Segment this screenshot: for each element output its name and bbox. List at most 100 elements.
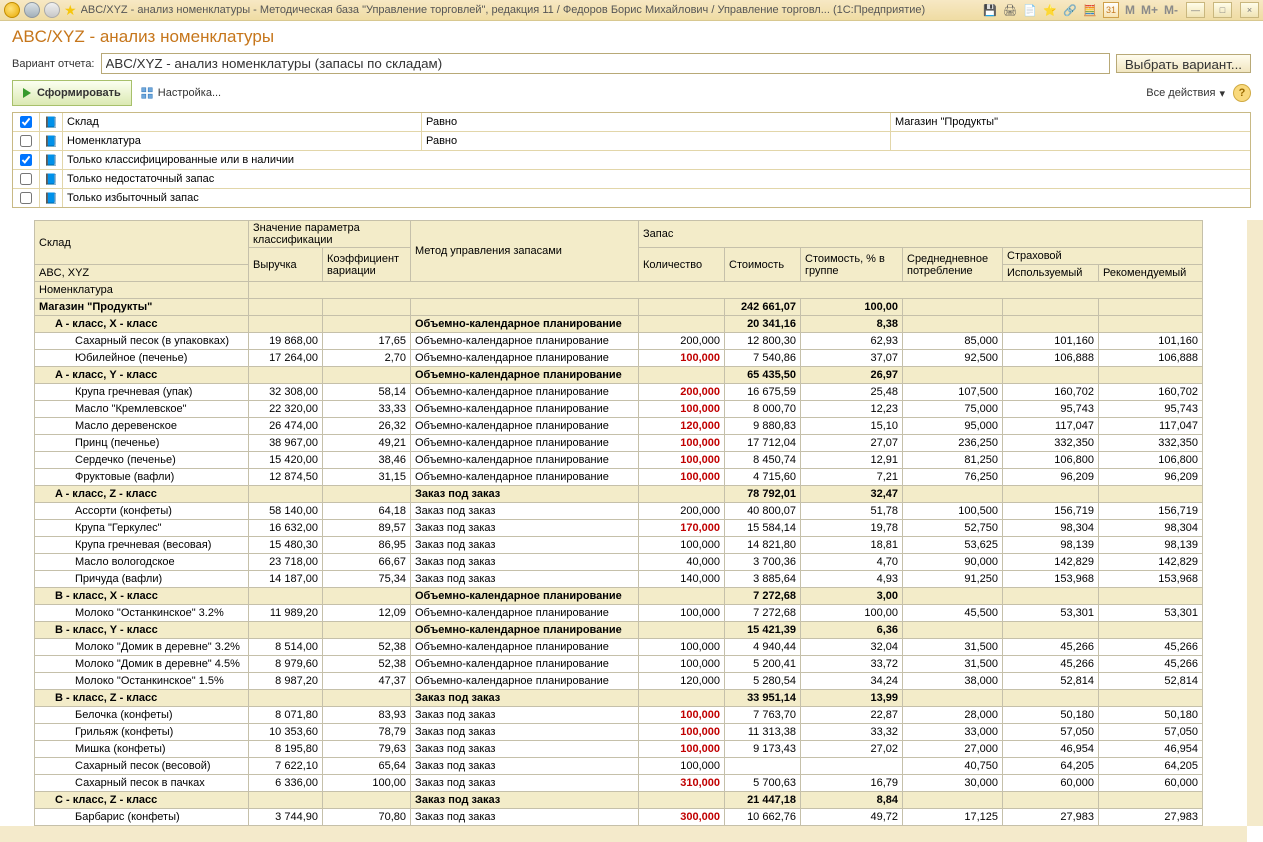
table-row[interactable]: Молоко "Домик в деревне" 4.5%8 979,6052,… xyxy=(35,656,1203,673)
filter-name[interactable]: Только недостаточный запас xyxy=(63,170,1250,188)
col-ins-recom[interactable]: Рекомендуемый xyxy=(1099,265,1203,282)
play-icon xyxy=(23,88,31,98)
filter-value[interactable] xyxy=(891,132,1250,150)
print-preview-icon[interactable]: 📄 xyxy=(1023,3,1037,17)
group-row[interactable]: A - класс, Y - классОбъемно-календарное … xyxy=(35,367,1203,384)
table-row[interactable]: Молоко "Останкинское" 3.2%11 989,2012,09… xyxy=(35,605,1203,622)
window-minimize-btn[interactable]: — xyxy=(1186,2,1205,18)
table-row[interactable]: Сердечко (печенье)15 420,0038,46Объемно-… xyxy=(35,452,1203,469)
table-row[interactable]: Крупа "Геркулес"16 632,0089,57Заказ под … xyxy=(35,520,1203,537)
filter-name[interactable]: Только классифицированные или в наличии xyxy=(63,151,1250,169)
store-row[interactable]: Магазин "Продукты"242 661,07100,00 xyxy=(35,299,1203,316)
m-plus-btn[interactable]: M+ xyxy=(1141,3,1158,17)
col-nomenclature[interactable]: Номенклатура xyxy=(35,282,249,299)
table-row[interactable]: Грильяж (конфеты)10 353,6078,79Заказ под… xyxy=(35,724,1203,741)
col-method[interactable]: Метод управления запасами xyxy=(411,221,639,282)
cell: 332,350 xyxy=(1003,435,1099,452)
cell xyxy=(1003,486,1099,503)
filter-value[interactable]: Магазин "Продукты" xyxy=(891,113,1250,131)
filter-operator[interactable]: Равно xyxy=(422,113,891,131)
print-icon[interactable]: 🖨 xyxy=(1003,3,1017,17)
table-row[interactable]: Масло вологодское23 718,0066,67Заказ под… xyxy=(35,554,1203,571)
filter-checkbox[interactable] xyxy=(20,192,32,204)
table-row[interactable]: Ассорти (конфеты)58 140,0064,18Заказ под… xyxy=(35,503,1203,520)
filter-checkbox[interactable] xyxy=(20,135,32,147)
col-cost[interactable]: Стоимость xyxy=(725,248,801,282)
horizontal-scrollbar[interactable] xyxy=(0,826,1247,842)
links-icon[interactable]: 🔗 xyxy=(1063,3,1077,17)
cell: 15 480,30 xyxy=(249,537,323,554)
cell xyxy=(903,690,1003,707)
table-row[interactable]: Фруктовые (вафли)12 874,5031,15Объемно-к… xyxy=(35,469,1203,486)
group-row[interactable]: A - класс, Z - классЗаказ под заказ78 79… xyxy=(35,486,1203,503)
group-row[interactable]: A - класс, X - классОбъемно-календарное … xyxy=(35,316,1203,333)
nav-back-icon[interactable] xyxy=(24,2,40,18)
nav-forward-icon[interactable] xyxy=(44,2,60,18)
settings-link[interactable]: Настройка... xyxy=(140,86,221,100)
col-classparam[interactable]: Значение параметра классификации xyxy=(249,221,411,248)
filter-checkbox[interactable] xyxy=(20,154,32,166)
col-insurance[interactable]: Страховой xyxy=(1003,248,1203,265)
table-row[interactable]: Сахарный песок в пачках6 336,00100,00Зак… xyxy=(35,775,1203,792)
variant-input[interactable] xyxy=(101,53,1110,74)
calc-icon[interactable]: 🧮 xyxy=(1083,3,1097,17)
cell: 91,250 xyxy=(903,571,1003,588)
report-area[interactable]: Склад Значение параметра классификации М… xyxy=(0,220,1263,842)
filter-operator[interactable]: Равно xyxy=(422,132,891,150)
filter-name[interactable]: Только избыточный запас xyxy=(63,189,1250,207)
help-button[interactable]: ? xyxy=(1233,84,1251,102)
filter-name[interactable]: Склад xyxy=(63,113,422,131)
group-row[interactable]: B - класс, Y - классОбъемно-календарное … xyxy=(35,622,1203,639)
table-row[interactable]: Причуда (вафли)14 187,0075,34Заказ под з… xyxy=(35,571,1203,588)
col-sklad[interactable]: Склад xyxy=(35,221,249,265)
window-close-btn[interactable]: × xyxy=(1240,2,1259,18)
group-row[interactable]: B - класс, X - классОбъемно-календарное … xyxy=(35,588,1203,605)
filter-checkbox[interactable] xyxy=(20,173,32,185)
favorite-icon[interactable]: ★ xyxy=(64,2,77,19)
col-zapas[interactable]: Запас xyxy=(639,221,1203,248)
col-ins-used[interactable]: Используемый xyxy=(1003,265,1099,282)
table-row[interactable]: Молоко "Останкинское" 1.5%8 987,2047,37О… xyxy=(35,673,1203,690)
table-row[interactable]: Крупа гречневая (весовая)15 480,3086,95З… xyxy=(35,537,1203,554)
group-row[interactable]: C - класс, Z - классЗаказ под заказ21 44… xyxy=(35,792,1203,809)
filter-name[interactable]: Номенклатура xyxy=(63,132,422,150)
col-avg-daily[interactable]: Среднедневное потребление xyxy=(903,248,1003,282)
form-report-button[interactable]: Сформировать xyxy=(12,80,132,106)
choose-variant-button[interactable]: Выбрать вариант... xyxy=(1116,54,1251,73)
cell xyxy=(903,792,1003,809)
m-minus-btn[interactable]: M- xyxy=(1164,3,1178,17)
vertical-scrollbar[interactable] xyxy=(1247,220,1263,826)
calendar-icon[interactable]: 31 xyxy=(1103,2,1119,18)
table-row[interactable]: Сахарный песок (весовой)7 622,1065,64Зак… xyxy=(35,758,1203,775)
table-row[interactable]: Мишка (конфеты)8 195,8079,63Заказ под за… xyxy=(35,741,1203,758)
cell: 49,72 xyxy=(801,809,903,826)
table-row[interactable]: Крупа гречневая (упак)32 308,0058,14Объе… xyxy=(35,384,1203,401)
cell: 106,888 xyxy=(1003,350,1099,367)
table-row[interactable]: Юбилейное (печенье)17 264,002,70Объемно-… xyxy=(35,350,1203,367)
col-coefvar[interactable]: Коэффициент вариации xyxy=(323,248,411,282)
table-row[interactable]: Барбарис (конфеты)3 744,9070,80Заказ под… xyxy=(35,809,1203,826)
col-cost-pct[interactable]: Стоимость, % в группе xyxy=(801,248,903,282)
m-clear-btn[interactable]: M xyxy=(1125,3,1135,17)
cell: 60,000 xyxy=(1099,775,1203,792)
group-row[interactable]: B - класс, Z - классЗаказ под заказ33 95… xyxy=(35,690,1203,707)
table-row[interactable]: Белочка (конфеты)8 071,8083,93Заказ под … xyxy=(35,707,1203,724)
table-row[interactable]: Масло деревенское26 474,0026,32Объемно-к… xyxy=(35,418,1203,435)
window-restore-btn[interactable]: □ xyxy=(1213,2,1232,18)
table-row[interactable]: Принц (печенье)38 967,0049,21Объемно-кал… xyxy=(35,435,1203,452)
table-row[interactable]: Молоко "Домик в деревне" 3.2%8 514,0052,… xyxy=(35,639,1203,656)
cell: 236,250 xyxy=(903,435,1003,452)
cell: 17,65 xyxy=(323,333,411,350)
settings-label: Настройка... xyxy=(158,87,221,99)
all-actions-menu[interactable]: Все действия ▾ xyxy=(1146,87,1225,100)
favorites-add-icon[interactable]: ⭐ xyxy=(1043,3,1057,17)
cell xyxy=(801,758,903,775)
filter-checkbox[interactable] xyxy=(20,116,32,128)
save-icon[interactable]: 💾 xyxy=(983,3,997,17)
col-qty[interactable]: Количество xyxy=(639,248,725,282)
cell: 26,32 xyxy=(323,418,411,435)
col-abcxyz[interactable]: ABC, XYZ xyxy=(35,265,249,282)
col-revenue[interactable]: Выручка xyxy=(249,248,323,282)
table-row[interactable]: Сахарный песок (в упаковках)19 868,0017,… xyxy=(35,333,1203,350)
table-row[interactable]: Масло "Кремлевское"22 320,0033,33Объемно… xyxy=(35,401,1203,418)
